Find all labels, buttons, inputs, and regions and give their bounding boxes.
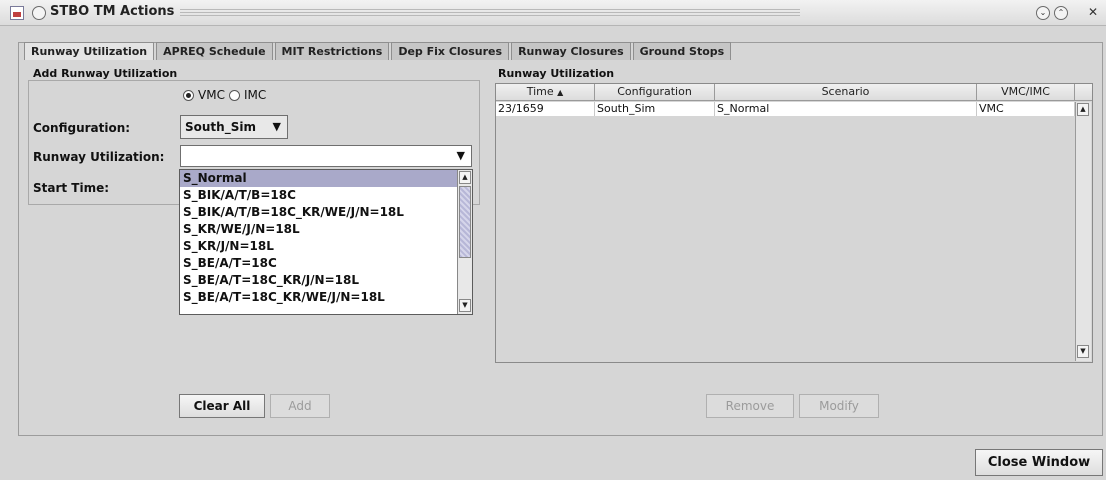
tab-dep-fix-closures[interactable]: Dep Fix Closures: [391, 42, 510, 60]
column-header-time[interactable]: Time ▲: [496, 84, 595, 101]
cell-time: 23/1659: [496, 102, 595, 116]
app-icon: [10, 6, 24, 20]
configuration-select[interactable]: South_Sim ▼: [180, 115, 288, 139]
dropdown-option[interactable]: S_KR/J/N=18L: [180, 238, 472, 255]
chevron-down-icon: ▼: [456, 149, 465, 162]
cell-vmc-imc: VMC: [977, 102, 1075, 116]
scroll-down-icon[interactable]: ▼: [1077, 345, 1089, 358]
cell-scenario: S_Normal: [715, 102, 977, 116]
scroll-up-icon[interactable]: ▲: [1077, 103, 1089, 116]
dropdown-scrollbar[interactable]: ▲ ▼: [457, 170, 472, 314]
scroll-up-icon[interactable]: ▲: [459, 171, 471, 184]
runway-utilization-select[interactable]: ▼: [180, 145, 472, 167]
minimize-icon[interactable]: ⌄: [1036, 6, 1050, 20]
table-panel-title: Runway Utilization: [498, 67, 615, 80]
add-button[interactable]: Add: [270, 394, 330, 418]
title-bar[interactable]: STBO TM Actions ⌄ ⌃ ✕: [0, 0, 1106, 26]
window-title: STBO TM Actions: [50, 4, 175, 19]
tab-runway-closures[interactable]: Runway Closures: [511, 42, 631, 60]
tab-apreq-schedule[interactable]: APREQ Schedule: [156, 42, 273, 60]
imc-radio-label[interactable]: IMC: [244, 88, 266, 102]
dropdown-option[interactable]: S_BE/A/T=18C: [180, 255, 472, 272]
runway-utilization-label: Runway Utilization:: [33, 150, 165, 164]
dropdown-option[interactable]: S_BE/A/T=18C_KR/WE/J/N=18L: [180, 289, 472, 306]
tab-ground-stops[interactable]: Ground Stops: [632, 42, 732, 60]
table-header: Time ▲ Configuration Scenario VMC/IMC: [496, 84, 1092, 101]
column-header-configuration[interactable]: Configuration: [595, 84, 715, 101]
column-header-label: Time: [526, 85, 554, 98]
vmc-radio-label[interactable]: VMC: [198, 88, 225, 102]
scroll-down-icon[interactable]: ▼: [459, 299, 471, 312]
add-panel-title: Add Runway Utilization: [33, 67, 178, 80]
table-row[interactable]: 23/1659 South_Sim S_Normal VMC: [496, 102, 1075, 116]
remove-button[interactable]: Remove: [706, 394, 794, 418]
maximize-icon[interactable]: ⌃: [1054, 6, 1068, 20]
dropdown-option[interactable]: S_BIK/A/T/B=18C_KR/WE/J/N=18L: [180, 204, 472, 221]
window-menu-icon[interactable]: [32, 6, 46, 20]
tab-mit-restrictions[interactable]: MIT Restrictions: [274, 42, 390, 60]
imc-radio[interactable]: [228, 89, 240, 101]
close-icon[interactable]: ✕: [1086, 6, 1100, 20]
column-header-corner: [1075, 84, 1092, 101]
dropdown-option[interactable]: S_BE/A/T=18C_KR/J/N=18L: [180, 272, 472, 289]
close-window-button[interactable]: Close Window: [975, 449, 1103, 476]
column-header-vmc-imc[interactable]: VMC/IMC: [977, 84, 1075, 101]
start-time-label: Start Time:: [33, 181, 110, 195]
runway-utilization-dropdown[interactable]: S_Normal S_BIK/A/T/B=18C S_BIK/A/T/B=18C…: [179, 169, 473, 315]
cell-configuration: South_Sim: [595, 102, 715, 116]
table-scrollbar[interactable]: ▲ ▼: [1075, 102, 1091, 361]
runway-utilization-table: Time ▲ Configuration Scenario VMC/IMC 23…: [495, 83, 1093, 363]
chevron-down-icon: ▼: [272, 120, 281, 133]
condition-radio-group: VMC IMC: [183, 88, 266, 102]
sort-ascending-icon: ▲: [557, 88, 564, 97]
dropdown-option[interactable]: S_BIK/A/T/B=18C: [180, 187, 472, 204]
vmc-radio[interactable]: [183, 89, 194, 101]
clear-all-button[interactable]: Clear All: [179, 394, 265, 418]
configuration-label: Configuration:: [33, 121, 131, 135]
title-grip: [180, 9, 800, 17]
modify-button[interactable]: Modify: [799, 394, 879, 418]
dropdown-option[interactable]: S_Normal: [180, 170, 472, 187]
column-header-scenario[interactable]: Scenario: [715, 84, 977, 101]
dropdown-option[interactable]: S_KR/WE/J/N=18L: [180, 221, 472, 238]
dropdown-scroll-thumb[interactable]: [459, 186, 471, 258]
configuration-select-value: South_Sim: [185, 120, 256, 134]
tab-bar: Runway Utilization APREQ Schedule MIT Re…: [24, 42, 733, 60]
tab-runway-utilization[interactable]: Runway Utilization: [24, 42, 155, 60]
